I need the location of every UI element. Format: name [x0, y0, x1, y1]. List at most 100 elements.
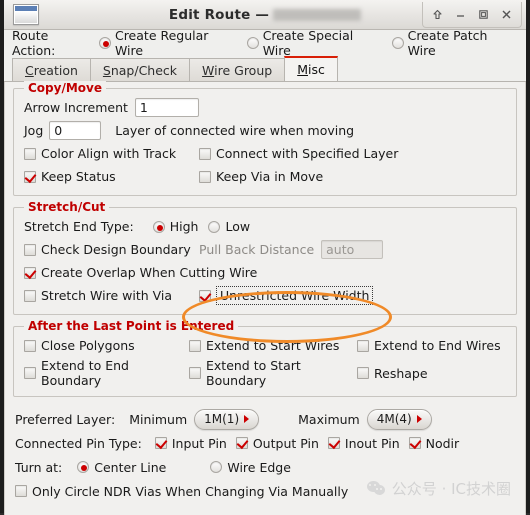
checkbox-create-overlap-when-cutting-wire[interactable]: Create Overlap When Cutting Wire [24, 265, 257, 280]
checkbox-input-pin[interactable]: Input Pin [154, 435, 227, 451]
checkbox-label: Input Pin [171, 435, 227, 451]
minimum-layer-dropdown[interactable]: 1M(1) [194, 408, 260, 430]
tab-label-rest: isc [307, 62, 325, 77]
checkbox-reshape[interactable]: Reshape [357, 366, 428, 381]
radio-icon[interactable] [391, 36, 404, 49]
checkbox-only-circle-ndr-vias[interactable]: Only Circle NDR Vias When Changing Via M… [15, 484, 348, 499]
checkbox-check-design-boundary[interactable]: Check Design Boundary [24, 242, 199, 257]
radio-icon[interactable] [98, 36, 111, 49]
maximum-layer-dropdown[interactable]: 4M(4) [366, 408, 432, 430]
route-action-option-special[interactable]: Create Special Wire [246, 27, 383, 58]
checkbox-icon[interactable] [24, 289, 36, 302]
checkbox-icon[interactable] [408, 437, 421, 449]
window-title-separator: — [255, 6, 270, 23]
stretch-wire-with-via-row: Stretch Wire with Via Unrestricted Wire … [24, 285, 506, 306]
checkbox-keep-via-in-move[interactable]: Keep Via in Move [199, 169, 323, 184]
checkbox-extend-to-end-boundary[interactable]: Extend to End Boundary [24, 358, 189, 388]
window-icon [13, 4, 39, 25]
checkbox-keep-status[interactable]: Keep Status [24, 169, 199, 184]
preferred-layer-row: Preferred Layer: Minimum 1M(1) Maximum 4… [15, 408, 515, 430]
route-action-row: Route Action: Create Regular Wire Create… [4, 27, 526, 58]
checkbox-label: Stretch Wire with Via [41, 288, 173, 303]
checkbox-icon[interactable] [357, 339, 369, 352]
route-action-option-patch[interactable]: Create Patch Wire [391, 28, 517, 58]
checkbox-close-polygons[interactable]: Close Polygons [24, 338, 189, 353]
checkbox-label: Color Align with Track [41, 146, 177, 161]
checkbox-icon[interactable] [24, 243, 36, 256]
checkbox-label: Reshape [374, 365, 428, 381]
copy-move-checkbox-row-1: Color Align with Track Connect with Spec… [24, 143, 506, 164]
window-controls [422, 2, 522, 28]
misc-panel: Copy/Move Arrow Increment Jog Layer of c… [4, 81, 526, 515]
after-last-point-row-2: Extend to End Boundary Extend to Start B… [24, 358, 506, 388]
checkbox-icon[interactable] [24, 170, 36, 183]
checkbox-nodir[interactable]: Nodir [408, 436, 459, 451]
checkbox-stretch-wire-with-via[interactable]: Stretch Wire with Via [24, 288, 199, 303]
radio-stretch-end-low[interactable]: Low [208, 219, 250, 234]
tab-label-rest: ire Group [214, 63, 273, 78]
preferred-layer-label: Preferred Layer: [15, 411, 116, 427]
arrow-increment-input[interactable] [134, 98, 199, 117]
minimum-layer-value: 1M(1) [204, 412, 240, 426]
radio-icon[interactable] [208, 220, 221, 233]
checkbox-icon[interactable] [189, 367, 201, 379]
checkbox-icon[interactable] [24, 339, 36, 352]
checkbox-color-align-with-track[interactable]: Color Align with Track [24, 146, 199, 161]
checkbox-label: Create Overlap When Cutting Wire [41, 265, 258, 280]
checkbox-icon[interactable] [15, 485, 27, 497]
connected-pin-type-label: Connected Pin Type: [15, 435, 142, 451]
checkbox-icon[interactable] [154, 437, 167, 449]
checkbox-icon[interactable] [199, 147, 211, 160]
checkbox-inout-pin[interactable]: Inout Pin [327, 436, 400, 451]
checkbox-extend-to-start-boundary[interactable]: Extend to Start Boundary [189, 358, 357, 388]
route-action-option-regular[interactable]: Create Regular Wire [98, 27, 238, 58]
radio-icon[interactable] [246, 36, 259, 49]
rollup-icon[interactable] [426, 4, 449, 25]
checkbox-icon[interactable] [24, 367, 36, 379]
pull-back-distance-input[interactable] [321, 240, 384, 259]
tab-creation[interactable]: Creation [12, 58, 91, 81]
after-last-point-row-1: Close Polygons Extend to Start Wires Ext… [24, 335, 506, 356]
minimum-label: Minimum [129, 411, 188, 427]
checkbox-icon[interactable] [199, 289, 211, 302]
tab-mnemonic: C [25, 63, 34, 78]
radio-turn-at-center-line[interactable]: Center Line [77, 460, 166, 475]
checkbox-icon[interactable] [24, 147, 36, 160]
checkbox-icon[interactable] [357, 367, 369, 379]
checkbox-unrestricted-wire-width[interactable]: Unrestricted Wire Width [199, 286, 374, 305]
route-action-option-label: Create Special Wire [262, 27, 354, 58]
route-action-option-label: Create Regular Wire [114, 27, 209, 58]
checkbox-output-pin[interactable]: Output Pin [235, 435, 319, 451]
jog-suffix-label: Layer of connected wire when moving [115, 123, 355, 138]
checkbox-icon[interactable] [199, 170, 211, 183]
maximize-icon[interactable] [472, 4, 495, 25]
radio-icon[interactable] [77, 461, 90, 473]
group-stretch-cut: Stretch/Cut Stretch End Type: High Low C… [13, 200, 517, 315]
radio-stretch-end-high[interactable]: High [152, 219, 198, 234]
window-title-redacted [273, 8, 362, 21]
checkbox-icon[interactable] [327, 437, 340, 449]
checkbox-icon[interactable] [189, 339, 201, 352]
radio-label: Low [225, 219, 251, 234]
arrow-increment-row: Arrow Increment [24, 97, 506, 118]
checkbox-icon[interactable] [24, 266, 36, 279]
tab-snap-check[interactable]: Snap/Check [89, 58, 191, 81]
bottom-settings: Preferred Layer: Minimum 1M(1) Maximum 4… [13, 408, 517, 502]
tab-misc[interactable]: Misc [284, 56, 338, 81]
radio-label: Wire Edge [227, 459, 291, 475]
checkbox-label: Output Pin [252, 435, 319, 451]
checkbox-connect-with-specified-layer[interactable]: Connect with Specified Layer [199, 146, 398, 161]
minimize-icon[interactable] [449, 4, 472, 25]
radio-icon[interactable] [152, 220, 165, 233]
only-circle-ndr-row: Only Circle NDR Vias When Changing Via M… [15, 480, 515, 502]
checkbox-extend-to-start-wires[interactable]: Extend to Start Wires [189, 338, 357, 353]
checkbox-label: Close Polygons [41, 338, 135, 353]
jog-input[interactable] [49, 121, 102, 140]
radio-turn-at-wire-edge[interactable]: Wire Edge [210, 460, 291, 475]
checkbox-extend-to-end-wires[interactable]: Extend to End Wires [357, 338, 501, 353]
group-copy-move: Copy/Move Arrow Increment Jog Layer of c… [13, 81, 517, 196]
close-icon[interactable] [495, 4, 518, 25]
checkbox-icon[interactable] [235, 437, 248, 449]
radio-icon[interactable] [210, 461, 223, 473]
tab-wire-group[interactable]: Wire Group [189, 58, 286, 81]
